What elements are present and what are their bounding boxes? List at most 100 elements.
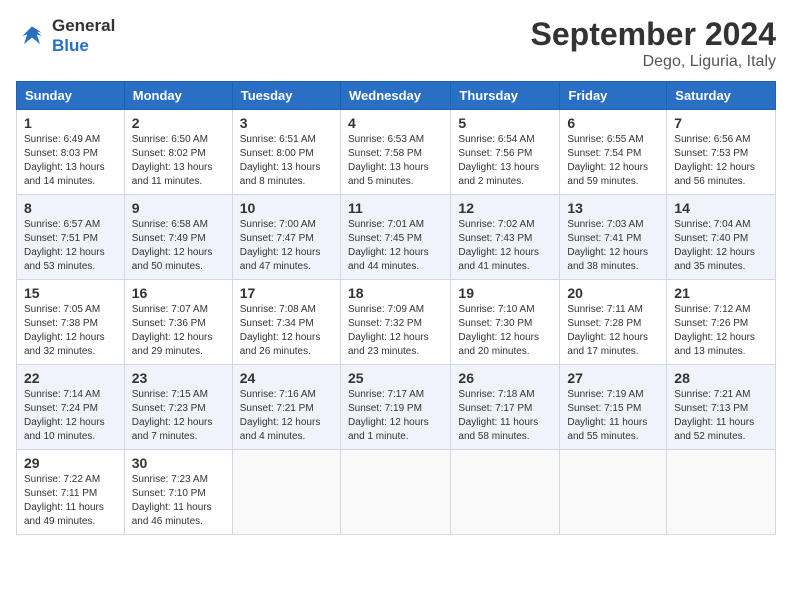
day-info-14: Sunrise: 7:04 AM Sunset: 7:40 PM Dayligh… xyxy=(674,218,768,274)
week-row-3: 15 Sunrise: 7:05 AM Sunset: 7:38 PM Dayl… xyxy=(17,280,776,365)
week-row-4: 22 Sunrise: 7:14 AM Sunset: 7:24 PM Dayl… xyxy=(17,365,776,450)
week-row-2: 8 Sunrise: 6:57 AM Sunset: 7:51 PM Dayli… xyxy=(17,195,776,280)
day-number-8: 8 xyxy=(24,200,117,216)
day-number-27: 27 xyxy=(567,370,659,386)
day-info-18: Sunrise: 7:09 AM Sunset: 7:32 PM Dayligh… xyxy=(348,303,443,359)
day-info-21: Sunrise: 7:12 AM Sunset: 7:26 PM Dayligh… xyxy=(674,303,768,359)
day-cell-21: 21 Sunrise: 7:12 AM Sunset: 7:26 PM Dayl… xyxy=(667,280,776,365)
day-cell-18: 18 Sunrise: 7:09 AM Sunset: 7:32 PM Dayl… xyxy=(340,280,450,365)
col-saturday: Saturday xyxy=(667,82,776,110)
day-info-28: Sunrise: 7:21 AM Sunset: 7:13 PM Dayligh… xyxy=(674,388,768,444)
day-number-24: 24 xyxy=(240,370,333,386)
day-cell-20: 20 Sunrise: 7:11 AM Sunset: 7:28 PM Dayl… xyxy=(560,280,667,365)
day-info-4: Sunrise: 6:53 AM Sunset: 7:58 PM Dayligh… xyxy=(348,133,443,189)
day-number-7: 7 xyxy=(674,115,768,131)
empty-cell xyxy=(232,450,340,535)
day-cell-22: 22 Sunrise: 7:14 AM Sunset: 7:24 PM Dayl… xyxy=(17,365,125,450)
day-info-13: Sunrise: 7:03 AM Sunset: 7:41 PM Dayligh… xyxy=(567,218,659,274)
day-number-29: 29 xyxy=(24,455,117,471)
empty-cell xyxy=(451,450,560,535)
day-info-11: Sunrise: 7:01 AM Sunset: 7:45 PM Dayligh… xyxy=(348,218,443,274)
day-number-20: 20 xyxy=(567,285,659,301)
day-number-16: 16 xyxy=(132,285,225,301)
day-cell-3: 3 Sunrise: 6:51 AM Sunset: 8:00 PM Dayli… xyxy=(232,110,340,195)
location: Dego, Liguria, Italy xyxy=(531,53,776,71)
day-number-3: 3 xyxy=(240,115,333,131)
col-monday: Monday xyxy=(124,82,232,110)
day-cell-23: 23 Sunrise: 7:15 AM Sunset: 7:23 PM Dayl… xyxy=(124,365,232,450)
day-info-10: Sunrise: 7:00 AM Sunset: 7:47 PM Dayligh… xyxy=(240,218,333,274)
day-cell-16: 16 Sunrise: 7:07 AM Sunset: 7:36 PM Dayl… xyxy=(124,280,232,365)
day-info-9: Sunrise: 6:58 AM Sunset: 7:49 PM Dayligh… xyxy=(132,218,225,274)
calendar-table: Sunday Monday Tuesday Wednesday Thursday… xyxy=(16,81,776,535)
day-number-25: 25 xyxy=(348,370,443,386)
day-info-25: Sunrise: 7:17 AM Sunset: 7:19 PM Dayligh… xyxy=(348,388,443,444)
day-cell-5: 5 Sunrise: 6:54 AM Sunset: 7:56 PM Dayli… xyxy=(451,110,560,195)
day-cell-17: 17 Sunrise: 7:08 AM Sunset: 7:34 PM Dayl… xyxy=(232,280,340,365)
col-wednesday: Wednesday xyxy=(340,82,450,110)
day-info-20: Sunrise: 7:11 AM Sunset: 7:28 PM Dayligh… xyxy=(567,303,659,359)
day-number-10: 10 xyxy=(240,200,333,216)
day-cell-14: 14 Sunrise: 7:04 AM Sunset: 7:40 PM Dayl… xyxy=(667,195,776,280)
day-number-6: 6 xyxy=(567,115,659,131)
logo-icon xyxy=(16,20,48,52)
day-info-19: Sunrise: 7:10 AM Sunset: 7:30 PM Dayligh… xyxy=(458,303,552,359)
day-cell-26: 26 Sunrise: 7:18 AM Sunset: 7:17 PM Dayl… xyxy=(451,365,560,450)
day-cell-27: 27 Sunrise: 7:19 AM Sunset: 7:15 PM Dayl… xyxy=(560,365,667,450)
day-number-15: 15 xyxy=(24,285,117,301)
day-number-23: 23 xyxy=(132,370,225,386)
day-number-22: 22 xyxy=(24,370,117,386)
day-cell-8: 8 Sunrise: 6:57 AM Sunset: 7:51 PM Dayli… xyxy=(17,195,125,280)
day-info-3: Sunrise: 6:51 AM Sunset: 8:00 PM Dayligh… xyxy=(240,133,333,189)
day-info-5: Sunrise: 6:54 AM Sunset: 7:56 PM Dayligh… xyxy=(458,133,552,189)
header-row: Sunday Monday Tuesday Wednesday Thursday… xyxy=(17,82,776,110)
col-thursday: Thursday xyxy=(451,82,560,110)
day-info-6: Sunrise: 6:55 AM Sunset: 7:54 PM Dayligh… xyxy=(567,133,659,189)
day-number-5: 5 xyxy=(458,115,552,131)
day-info-7: Sunrise: 6:56 AM Sunset: 7:53 PM Dayligh… xyxy=(674,133,768,189)
day-info-27: Sunrise: 7:19 AM Sunset: 7:15 PM Dayligh… xyxy=(567,388,659,444)
day-cell-2: 2 Sunrise: 6:50 AM Sunset: 8:02 PM Dayli… xyxy=(124,110,232,195)
day-cell-13: 13 Sunrise: 7:03 AM Sunset: 7:41 PM Dayl… xyxy=(560,195,667,280)
day-info-12: Sunrise: 7:02 AM Sunset: 7:43 PM Dayligh… xyxy=(458,218,552,274)
day-info-23: Sunrise: 7:15 AM Sunset: 7:23 PM Dayligh… xyxy=(132,388,225,444)
day-number-19: 19 xyxy=(458,285,552,301)
day-number-1: 1 xyxy=(24,115,117,131)
day-info-22: Sunrise: 7:14 AM Sunset: 7:24 PM Dayligh… xyxy=(24,388,117,444)
day-cell-1: 1 Sunrise: 6:49 AM Sunset: 8:03 PM Dayli… xyxy=(17,110,125,195)
day-cell-24: 24 Sunrise: 7:16 AM Sunset: 7:21 PM Dayl… xyxy=(232,365,340,450)
logo-text-blue: Blue xyxy=(52,36,115,56)
empty-cell xyxy=(667,450,776,535)
day-info-24: Sunrise: 7:16 AM Sunset: 7:21 PM Dayligh… xyxy=(240,388,333,444)
day-number-4: 4 xyxy=(348,115,443,131)
col-tuesday: Tuesday xyxy=(232,82,340,110)
day-number-2: 2 xyxy=(132,115,225,131)
day-info-8: Sunrise: 6:57 AM Sunset: 7:51 PM Dayligh… xyxy=(24,218,117,274)
day-info-1: Sunrise: 6:49 AM Sunset: 8:03 PM Dayligh… xyxy=(24,133,117,189)
day-cell-9: 9 Sunrise: 6:58 AM Sunset: 7:49 PM Dayli… xyxy=(124,195,232,280)
day-cell-25: 25 Sunrise: 7:17 AM Sunset: 7:19 PM Dayl… xyxy=(340,365,450,450)
day-number-28: 28 xyxy=(674,370,768,386)
day-number-30: 30 xyxy=(132,455,225,471)
empty-cell xyxy=(560,450,667,535)
day-info-17: Sunrise: 7:08 AM Sunset: 7:34 PM Dayligh… xyxy=(240,303,333,359)
day-number-21: 21 xyxy=(674,285,768,301)
day-info-29: Sunrise: 7:22 AM Sunset: 7:11 PM Dayligh… xyxy=(24,473,117,529)
title-block: September 2024 Dego, Liguria, Italy xyxy=(531,16,776,71)
day-number-12: 12 xyxy=(458,200,552,216)
page-header: General Blue September 2024 Dego, Liguri… xyxy=(16,16,776,71)
day-number-11: 11 xyxy=(348,200,443,216)
col-sunday: Sunday xyxy=(17,82,125,110)
empty-cell xyxy=(340,450,450,535)
col-friday: Friday xyxy=(560,82,667,110)
day-cell-6: 6 Sunrise: 6:55 AM Sunset: 7:54 PM Dayli… xyxy=(560,110,667,195)
week-row-5: 29 Sunrise: 7:22 AM Sunset: 7:11 PM Dayl… xyxy=(17,450,776,535)
month-title: September 2024 xyxy=(531,16,776,53)
logo: General Blue xyxy=(16,16,115,57)
day-cell-19: 19 Sunrise: 7:10 AM Sunset: 7:30 PM Dayl… xyxy=(451,280,560,365)
day-cell-7: 7 Sunrise: 6:56 AM Sunset: 7:53 PM Dayli… xyxy=(667,110,776,195)
day-cell-28: 28 Sunrise: 7:21 AM Sunset: 7:13 PM Dayl… xyxy=(667,365,776,450)
day-info-2: Sunrise: 6:50 AM Sunset: 8:02 PM Dayligh… xyxy=(132,133,225,189)
day-cell-4: 4 Sunrise: 6:53 AM Sunset: 7:58 PM Dayli… xyxy=(340,110,450,195)
day-info-16: Sunrise: 7:07 AM Sunset: 7:36 PM Dayligh… xyxy=(132,303,225,359)
